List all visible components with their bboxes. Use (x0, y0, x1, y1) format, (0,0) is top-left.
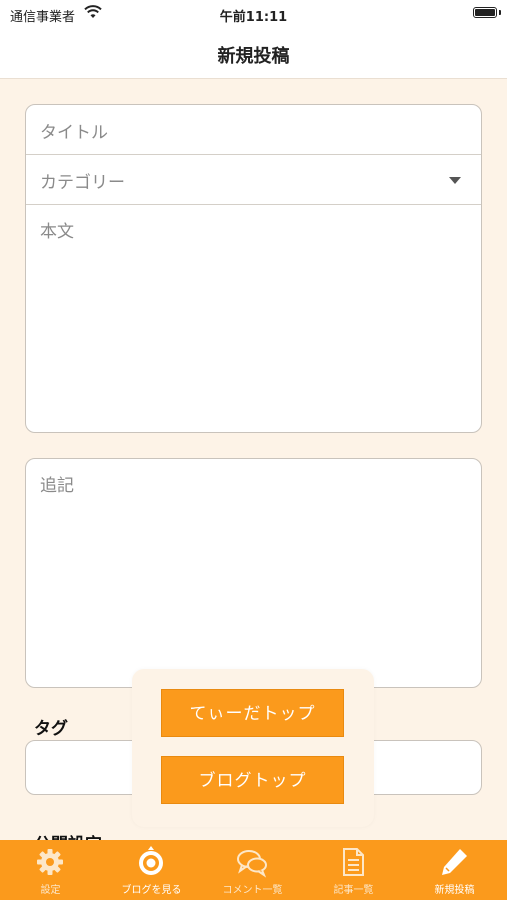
pen-icon (442, 849, 467, 875)
navigation-bar: 新規投稿 (0, 28, 507, 79)
blog-top-button[interactable]: ブログトップ (161, 756, 344, 804)
category-placeholder: カテゴリー (40, 173, 125, 193)
tab-label: コメント一覧 (222, 885, 283, 896)
title-input[interactable]: タイトル (26, 105, 481, 155)
tab-label: ブログを見る (121, 885, 182, 896)
tab-comments[interactable]: コメント一覧 (202, 840, 303, 900)
target-icon (139, 846, 163, 875)
post-form-card: タイトル カテゴリー 本文 (25, 104, 482, 433)
body-textarea[interactable]: 本文 (26, 205, 481, 432)
document-icon (343, 848, 364, 876)
category-select[interactable]: カテゴリー (26, 155, 481, 205)
battery-icon (473, 7, 497, 18)
tab-new-post[interactable]: 新規投稿 (404, 840, 505, 900)
tab-bar: 設定 ブログを見る コメント一覧 記事一覧 新規投稿 (0, 840, 507, 900)
gear-icon (37, 849, 63, 875)
tag-label: タグ (34, 719, 68, 739)
addendum-placeholder: 追記 (40, 476, 74, 496)
tab-label: 設定 (40, 885, 61, 896)
chat-bubbles-icon (237, 850, 267, 878)
tab-settings[interactable]: 設定 (0, 840, 101, 900)
page-title: 新規投稿 (217, 46, 290, 67)
blog-popup-menu: てぃーだトップ ブログトップ (132, 669, 374, 827)
clock: 午前11:11 (219, 10, 288, 25)
tab-label: 記事一覧 (333, 885, 374, 896)
battery-tip (499, 10, 501, 15)
tab-articles[interactable]: 記事一覧 (303, 840, 404, 900)
addendum-textarea[interactable]: 追記 (25, 458, 482, 688)
tiida-top-button[interactable]: てぃーだトップ (161, 689, 344, 737)
status-bar: 通信事業者 午前11:11 (0, 0, 507, 28)
tab-label: 新規投稿 (434, 885, 475, 896)
chevron-down-icon (449, 177, 461, 184)
title-placeholder: タイトル (40, 123, 108, 143)
tab-view-blog[interactable]: ブログを見る (101, 840, 202, 900)
body-placeholder: 本文 (40, 222, 74, 242)
